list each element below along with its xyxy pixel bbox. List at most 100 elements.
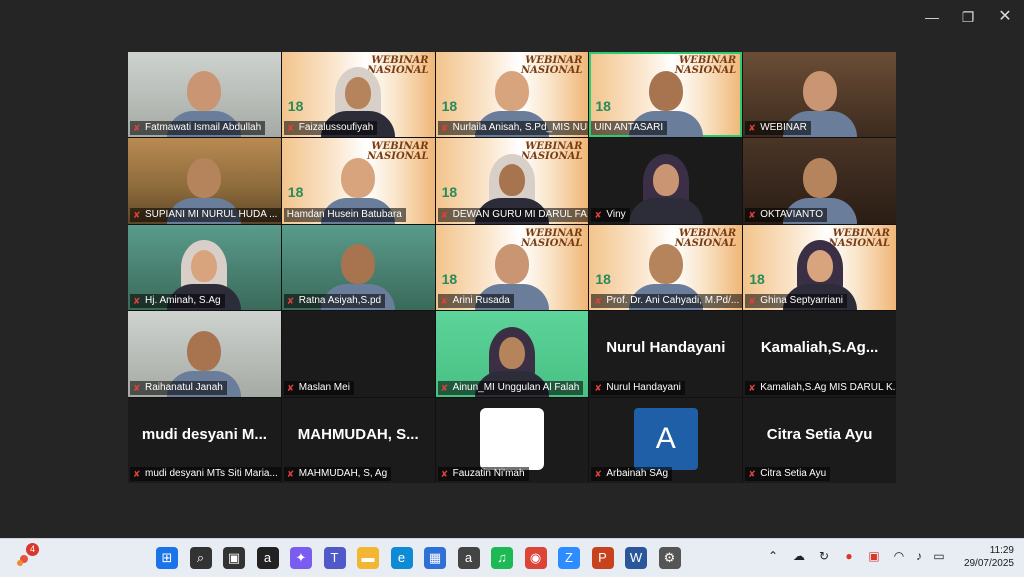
participant-tile[interactable]: WEBINAR NASIONAL 18 ✘ DEWAN GURU MI DARUL FA… <box>435 138 589 224</box>
muted-mic-icon: ✘ <box>286 123 295 134</box>
zoom-icon[interactable]: Z <box>558 547 580 569</box>
muted-mic-icon: ✘ <box>440 469 449 479</box>
participant-face <box>494 71 529 112</box>
participant-display-name: MAHMUDAH, S... <box>297 425 419 443</box>
windows-start-icon[interactable]: ⊞ <box>156 547 178 569</box>
participant-name: Fauzatin Ni'mah <box>452 468 525 479</box>
word-icon[interactable]: W <box>625 547 647 569</box>
participant-tile[interactable]: WEBINAR NASIONAL 18 ✘ Prof. Dr. Ani Cahyadi,… <box>589 224 743 311</box>
participant-tile[interactable]: WEBINAR NASIONAL 18 UIN ANTASARI <box>589 52 743 138</box>
restore-icon[interactable]: ❐ <box>956 6 980 28</box>
participant-tile[interactable]: ✘ Hj. Aminah, S.Ag <box>128 224 281 311</box>
participant-tile[interactable]: WEBINAR NASIONAL 18 Hamdan Husein Batubara <box>281 138 435 224</box>
participant-tile[interactable]: mudi desyani M... ✘ mudi desyani MTs Siti … <box>128 397 281 483</box>
copilot-icon[interactable]: ✦ <box>290 547 312 569</box>
participant-tile[interactable]: ✘ SUPIANI MI NURUL HUDA ... <box>128 138 281 224</box>
participant-name-label: UIN ANTASARI <box>591 121 668 136</box>
participant-name: Fatmawati Ismail Abdullah <box>145 122 262 134</box>
task-view-icon[interactable]: ▣ <box>223 547 245 569</box>
participant-tile[interactable]: WEBINAR NASIONAL 18 ✘ Ghina Septyarriani <box>743 224 896 311</box>
close-icon[interactable]: ✕ <box>993 6 1017 28</box>
screen-share-icon[interactable]: ▣ <box>865 549 883 563</box>
muted-mic-icon: ✘ <box>594 209 602 220</box>
participant-face <box>802 157 837 198</box>
participant-name-label: ✘ Citra Setia Ayu <box>745 467 831 481</box>
participant-name: Ainun_MI Unggulan Al Falah <box>452 381 580 393</box>
wifi-icon[interactable]: ◠ <box>890 549 908 563</box>
participant-tile[interactable]: Citra Setia Ayu ✘ Citra Setia Ayu <box>743 397 896 483</box>
participant-name: Nurlaila Anisah, S.Pd_MIS NURUL... <box>452 122 589 134</box>
participant-tile[interactable]: ✘ Fauzatin Ni'mah <box>435 397 589 483</box>
volume-icon[interactable]: ♪ <box>910 549 928 563</box>
participant-tile[interactable]: MAHMUDAH, S... ✘ MAHMUDAH, S, Ag <box>281 397 435 483</box>
participant-tile[interactable]: ✘ Fatmawati Ismail Abdullah <box>128 52 281 138</box>
banner-badge: 18 <box>441 270 458 287</box>
participant-tile[interactable]: ✘ WEBINAR <box>743 52 896 138</box>
participant-display-name: Kamaliah,S.Ag... <box>760 339 879 357</box>
banner-badge: 18 <box>441 184 458 201</box>
participant-tile[interactable]: WEBINAR NASIONAL 18 ✘ Faizalussoufiyah <box>281 52 435 138</box>
banner-badge: 18 <box>595 98 611 114</box>
system-clock[interactable]: 11:29 29/07/2025 <box>952 544 1014 570</box>
participant-name: mudi desyani MTs Siti Maria... <box>145 468 278 479</box>
muted-mic-icon: ✘ <box>440 123 449 134</box>
powerpoint-icon[interactable]: P <box>591 547 614 569</box>
participant-name: Ratna Asiyah,S.pd <box>298 295 382 307</box>
minimize-icon[interactable]: — <box>920 6 944 28</box>
participant-face <box>806 250 833 283</box>
participant-name-label: ✘ Faizalussoufiyah <box>283 121 378 136</box>
file-explorer-icon[interactable]: ▬ <box>357 547 379 569</box>
participant-name: WEBINAR <box>760 122 807 134</box>
participant-name-label: ✘ Ratna Asiyah,S.pd <box>283 294 386 309</box>
chevron-up-icon[interactable]: ⌃ <box>764 549 782 563</box>
participant-name-label: ✘ Maslan Mei <box>283 380 354 395</box>
amazon-icon[interactable]: a <box>457 547 480 569</box>
muted-mic-icon: ✘ <box>286 296 295 307</box>
cloud-icon[interactable]: ☁ <box>790 549 808 563</box>
participant-name: Arini Rusada <box>452 295 510 307</box>
participant-tile[interactable]: ✘ Ratna Asiyah,S.pd <box>281 224 435 311</box>
participant-name: DEWAN GURU MI DARUL FA... <box>452 208 589 220</box>
participant-name: UIN ANTASARI <box>594 122 664 134</box>
participant-tile[interactable]: Kamaliah,S.Ag... ✘ Kamaliah,S.Ag MIS DARUL… <box>743 311 896 397</box>
participant-tile[interactable]: WEBINAR NASIONAL 18 ✘ Nurlaila Anisah, S.Pd_… <box>435 52 589 138</box>
edge-icon[interactable]: e <box>390 547 413 569</box>
participant-tile[interactable]: A ✘ Arbainah SAg <box>589 397 743 483</box>
participant-tile[interactable]: Nurul Handayani ✘ Nurul Handayani <box>589 311 743 397</box>
participant-tile[interactable]: ✘ OKTAVIANTO <box>743 138 896 224</box>
participant-name-label: Hamdan Husein Batubara <box>283 207 406 222</box>
participant-name: Prof. Dr. Ani Cahyadi, M.Pd/... <box>606 295 740 307</box>
participant-tile[interactable]: WEBINAR NASIONAL 18 ✘ Arini Rusada <box>435 224 589 311</box>
spotify-icon[interactable]: ♫ <box>491 547 513 569</box>
banner-badge: 18 <box>441 98 458 114</box>
banner-badge: 18 <box>287 98 304 114</box>
participant-name-label: ✘ Nurul Handayani <box>591 380 685 395</box>
gallery-grid: ✘ Fatmawati Ismail Abdullah WEBINAR NASIONA… <box>128 52 896 483</box>
microphone-icon[interactable]: ● <box>840 549 858 563</box>
participant-face <box>187 157 222 198</box>
muted-mic-icon: ✘ <box>748 382 756 393</box>
participant-name: Citra Setia Ayu <box>760 468 827 479</box>
chrome-icon[interactable]: ◉ <box>524 547 547 569</box>
muted-mic-icon: ✘ <box>748 296 756 307</box>
muted-mic-icon: ✘ <box>133 209 141 220</box>
search-icon[interactable]: ⌕ <box>189 547 212 569</box>
participant-display-name: Nurul Handayani <box>606 339 726 357</box>
store-icon[interactable]: ▦ <box>424 547 446 569</box>
sync-icon[interactable]: ↻ <box>815 549 833 563</box>
participant-display-name: mudi desyani M... <box>141 425 267 443</box>
settings-icon[interactable]: ⚙ <box>658 547 681 569</box>
participant-tile[interactable]: ✘ Viny <box>589 138 743 224</box>
participant-name: OKTAVIANTO <box>760 208 823 220</box>
participant-face <box>341 244 376 285</box>
muted-mic-icon: ✘ <box>748 123 756 134</box>
battery-icon[interactable]: ▭ <box>930 549 948 563</box>
participant-face <box>652 163 679 196</box>
amazon-icon[interactable]: a <box>256 547 279 569</box>
teams-icon[interactable]: T <box>323 547 346 569</box>
participant-tile[interactable]: ✘ Raihanatul Janah <box>128 311 281 397</box>
participant-tile[interactable]: ✘ Maslan Mei <box>281 311 435 397</box>
notification-badge: 4 <box>26 543 39 556</box>
participant-name: Ghina Septyarriani <box>760 295 844 307</box>
participant-tile[interactable]: ✘ Ainun_MI Unggulan Al Falah <box>435 311 589 397</box>
